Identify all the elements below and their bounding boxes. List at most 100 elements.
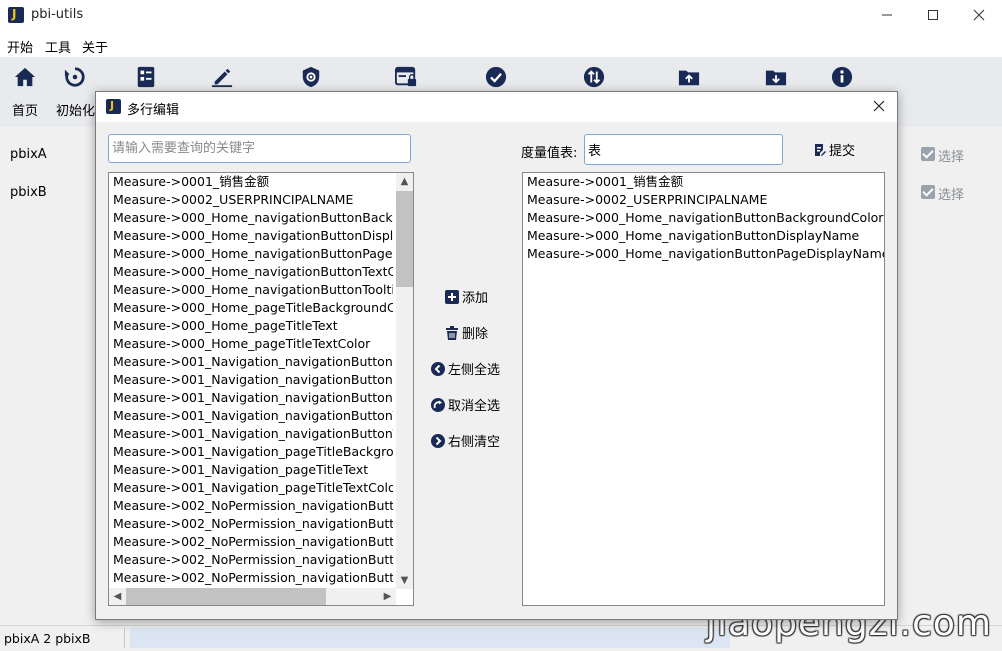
menu-tools[interactable]: 工具	[45, 37, 71, 56]
clear-right-label: 右侧清空	[448, 435, 501, 450]
left-list-item[interactable]: Measure->001_Navigation_navigationButton…	[109, 407, 393, 425]
left-list-item[interactable]: Measure->000_Home_pageTitleBackgroundCol…	[109, 299, 393, 317]
close-icon	[873, 100, 885, 112]
file-label-pbixa: pbixA	[10, 147, 47, 162]
plus-square-icon	[445, 290, 459, 304]
gear-shield-icon[interactable]	[300, 66, 322, 88]
left-horizontal-scrollbar[interactable]: ◀ ▶	[109, 588, 396, 605]
select-label-pbixb: 选择	[938, 188, 965, 203]
add-button-label: 添加	[462, 291, 489, 306]
left-vertical-scrollbar[interactable]: ▲ ▼	[396, 173, 413, 589]
search-input[interactable]	[108, 134, 411, 163]
toolbar-init-label: 初始化	[56, 104, 96, 119]
left-list-item[interactable]: Measure->002_NoPermission_navigationButt…	[109, 569, 393, 587]
scroll-right-arrow-icon[interactable]: ▶	[379, 588, 396, 605]
select-label-pbixa: 选择	[938, 150, 965, 165]
menu-about[interactable]: 关于	[82, 37, 108, 56]
maximize-button[interactable]	[910, 0, 956, 31]
refresh-icon	[64, 67, 85, 87]
left-list-item[interactable]: Measure->001_Navigation_navigationButton…	[109, 425, 393, 443]
left-list-item[interactable]: Measure->0001_销售金额	[109, 173, 393, 191]
left-list-item[interactable]: Measure->001_Navigation_pageTitleText	[109, 461, 393, 479]
left-list-item[interactable]: Measure->000_Home_pageTitleText	[109, 317, 393, 335]
document-list-icon[interactable]	[135, 66, 157, 88]
left-list-item[interactable]: Measure->002_NoPermission_navigationButt…	[109, 515, 393, 533]
left-list-item[interactable]: Measure->001_Navigation_pageTitleBackgro…	[109, 443, 393, 461]
clear-right-button[interactable]: 右侧清空	[431, 433, 500, 453]
left-measure-list[interactable]: Measure->0001_销售金额 Measure->0002_USERPRIN…	[108, 172, 414, 606]
measure-table-input[interactable]	[584, 134, 783, 165]
select-all-left-button[interactable]: 左侧全选	[431, 361, 500, 381]
close-icon	[973, 9, 985, 21]
scroll-left-arrow-icon[interactable]: ◀	[109, 588, 126, 605]
left-list-item[interactable]: Measure->0002_USERPRINCIPALNAME	[109, 191, 393, 209]
maximize-icon	[928, 10, 938, 20]
pencil-icon[interactable]	[211, 66, 233, 88]
status-progress	[130, 628, 730, 648]
menu-bar: 开始 工具 关于	[0, 31, 1002, 57]
dialog-close-button[interactable]	[867, 95, 891, 119]
left-list-item[interactable]: Measure->000_Home_navigationButtonPageDi…	[109, 245, 393, 263]
status-divider	[124, 628, 125, 648]
submit-button[interactable]: 提交	[814, 140, 855, 159]
form-lock-icon[interactable]	[395, 66, 417, 88]
left-list-item[interactable]: Measure->001_Navigation_navigationButton…	[109, 353, 393, 371]
left-list-item[interactable]: Measure->002_NoPermission_navigationButt…	[109, 551, 393, 569]
app-logo-icon	[8, 7, 24, 23]
left-list-item[interactable]: Measure->000_Home_pageTitleTextColor	[109, 335, 393, 353]
left-list-item[interactable]: Measure->000_Home_navigationButtonTextCo…	[109, 263, 393, 281]
left-list-item[interactable]: Measure->000_Home_navigationButtonBackgr…	[109, 209, 393, 227]
scroll-up-arrow-icon[interactable]: ▲	[396, 173, 413, 190]
submit-label: 提交	[829, 144, 856, 159]
sort-circle-icon[interactable]	[583, 66, 605, 88]
left-list-item[interactable]: Measure->000_Home_navigationButtonToolti…	[109, 281, 393, 299]
file-label-pbixb: pbixB	[10, 185, 47, 200]
right-list-item[interactable]: Measure->0001_销售金额	[523, 173, 884, 191]
left-list-item[interactable]: Measure->000_Home_navigationButtonDispla…	[109, 227, 393, 245]
right-list-item[interactable]: Measure->000_Home_navigationButtonDispla…	[523, 227, 884, 245]
chevron-left-circle-icon	[431, 362, 445, 376]
right-measure-list[interactable]: Measure->0001_销售金额 Measure->0002_USERPRIN…	[522, 172, 885, 606]
title-bar: pbi-utils	[0, 0, 1002, 31]
left-list-item[interactable]: Measure->001_Navigation_navigationButton…	[109, 389, 393, 407]
deselect-all-button[interactable]: 取消全选	[431, 397, 500, 417]
add-button[interactable]: 添加	[445, 289, 488, 309]
check-circle-icon[interactable]	[485, 66, 507, 88]
right-list-item[interactable]: Measure->0002_USERPRINCIPALNAME	[523, 191, 884, 209]
info-icon[interactable]	[831, 66, 853, 88]
minimize-icon	[882, 14, 892, 16]
select-checkbox-pbixb[interactable]	[921, 185, 935, 199]
window-title: pbi-utils	[31, 7, 84, 22]
dialog-title-bar: 多行编辑	[96, 92, 897, 122]
left-list-item[interactable]: Measure->002_NoPermission_navigationButt…	[109, 497, 393, 515]
left-horizontal-scroll-thumb[interactable]	[126, 588, 326, 605]
right-list-item[interactable]: Measure->000_Home_navigationButtonPageDi…	[523, 245, 884, 263]
home-icon	[14, 67, 36, 87]
menu-start[interactable]: 开始	[7, 37, 33, 56]
redo-circle-icon	[431, 398, 445, 412]
right-list-item[interactable]: Measure->000_Home_navigationButtonBackgr…	[523, 209, 884, 227]
folder-upload-icon[interactable]	[678, 66, 700, 88]
select-checkbox-pbixa[interactable]	[921, 147, 935, 161]
measure-table-label: 度量值表:	[521, 146, 578, 161]
folder-download-icon[interactable]	[765, 66, 787, 88]
status-text: pbixA 2 pbixB	[4, 631, 91, 646]
left-vertical-scroll-thumb[interactable]	[396, 191, 413, 287]
dialog-title: 多行编辑	[127, 103, 180, 118]
left-list-item[interactable]: Measure->001_Navigation_pageTitleTextCol…	[109, 479, 393, 497]
delete-button[interactable]: 删除	[445, 325, 488, 345]
dialog-logo-icon	[106, 99, 121, 114]
edit-document-icon	[815, 144, 826, 156]
left-list-item[interactable]: Measure->002_NoPermission_navigationButt…	[109, 533, 393, 551]
close-button[interactable]	[956, 0, 1002, 31]
toolbar-home-label: 首页	[12, 104, 39, 119]
trash-icon	[446, 326, 458, 340]
scroll-down-arrow-icon[interactable]: ▼	[396, 572, 413, 589]
select-all-left-label: 左侧全选	[448, 363, 501, 378]
minimize-button[interactable]	[864, 0, 910, 31]
left-list-item[interactable]: Measure->001_Navigation_navigationButton…	[109, 371, 393, 389]
delete-button-label: 删除	[462, 327, 489, 342]
deselect-all-label: 取消全选	[448, 399, 501, 414]
chevron-right-circle-icon	[431, 434, 445, 448]
multi-line-edit-dialog: 多行编辑 Measure->0001_销售金额Measure->0002_USE…	[95, 91, 898, 620]
